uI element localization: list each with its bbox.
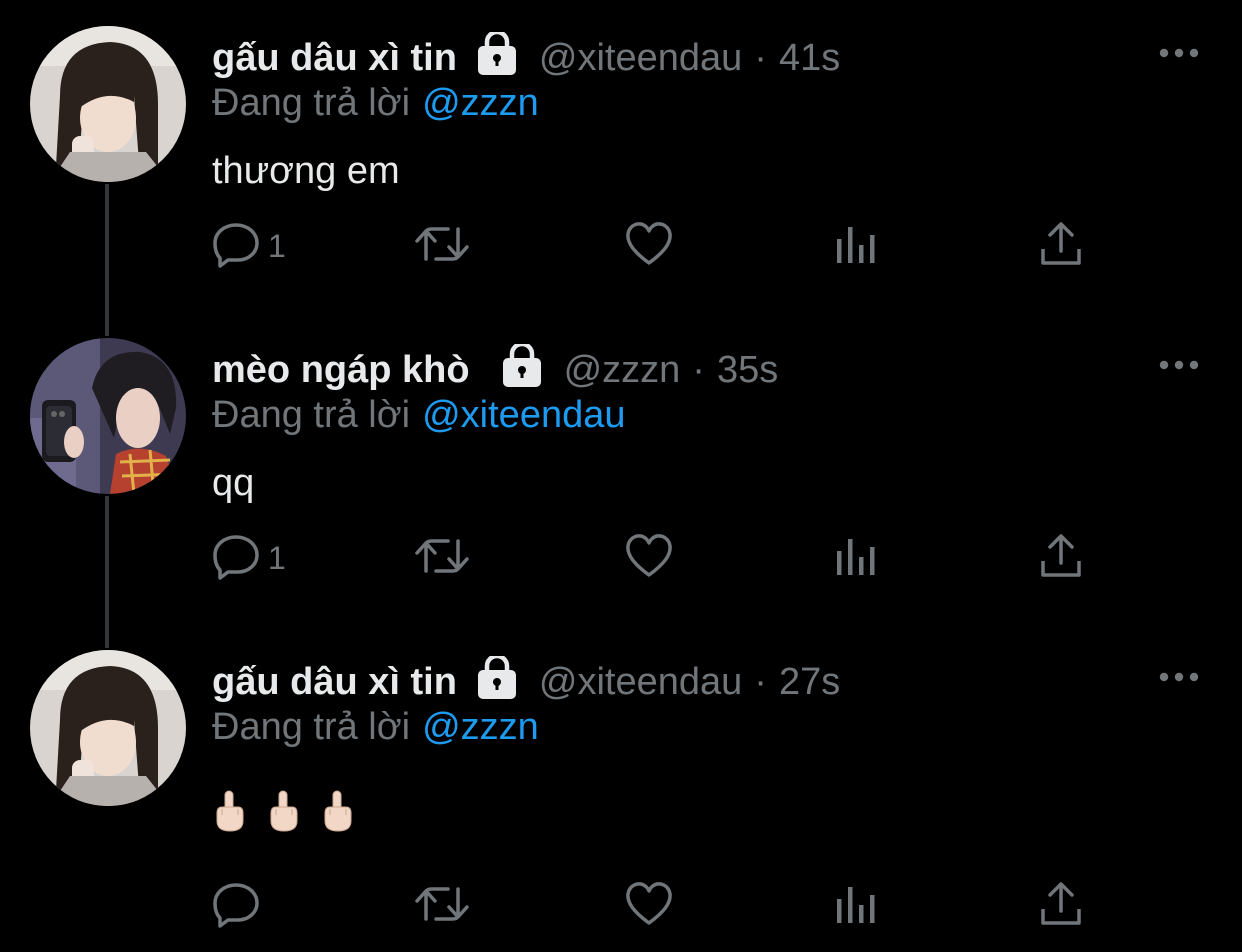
more-icon[interactable] <box>1158 350 1200 380</box>
share-icon <box>1038 219 1084 274</box>
replying-to-mention[interactable]: @xiteendau <box>422 394 625 436</box>
replying-to-mention[interactable]: @zzzn <box>422 82 539 124</box>
tweet-emoji-content <box>212 789 354 838</box>
tweet[interactable]: gấu dâu xì tin @xiteendau · 41s Đang trả… <box>0 0 1242 312</box>
timestamp[interactable]: 35s <box>717 349 778 392</box>
replying-to-line: Đang trả lời @zzzn <box>212 82 539 125</box>
lock-icon <box>477 29 517 76</box>
tweet[interactable]: mèo ngáp khò @zzzn · 35s Đang trả lời @xi… <box>0 312 1242 624</box>
like-button[interactable] <box>624 874 674 938</box>
replying-to-line: Đang trả lời @zzzn <box>212 706 539 749</box>
avatar[interactable] <box>30 26 186 182</box>
separator-dot: · <box>754 660 767 703</box>
retweet-button[interactable] <box>414 214 470 278</box>
more-icon[interactable] <box>1158 38 1200 68</box>
like-icon <box>624 531 674 586</box>
middle-finger-emoji <box>320 789 354 838</box>
views-button[interactable] <box>834 874 880 938</box>
retweet-icon <box>414 879 470 934</box>
tweet-actions: 1 <box>212 214 1112 278</box>
replying-prefix: Đang trả lời <box>212 82 411 124</box>
replying-to-mention[interactable]: @zzzn <box>422 706 539 748</box>
views-icon <box>834 219 880 274</box>
display-name[interactable]: gấu dâu xì tin <box>212 37 457 80</box>
share-icon <box>1038 531 1084 586</box>
reply-count: 1 <box>268 227 286 264</box>
tweet-actions: 1 <box>212 526 1112 590</box>
tweet-header: gấu dâu xì tin @xiteendau · 27s <box>212 653 840 710</box>
like-icon <box>624 879 674 934</box>
display-name[interactable]: mèo ngáp khò <box>212 349 470 392</box>
retweet-icon <box>414 531 470 586</box>
like-button[interactable] <box>624 214 674 278</box>
middle-finger-emoji <box>266 789 300 838</box>
reply-icon <box>212 879 262 934</box>
middle-finger-emoji <box>212 789 246 838</box>
lock-icon <box>502 341 542 388</box>
timestamp[interactable]: 41s <box>779 37 840 80</box>
retweet-icon <box>414 219 470 274</box>
handle[interactable]: @xiteendau <box>539 37 742 80</box>
reply-icon <box>212 531 262 586</box>
more-icon[interactable] <box>1158 662 1200 692</box>
avatar[interactable] <box>30 338 186 494</box>
handle[interactable]: @xiteendau <box>539 661 742 704</box>
share-button[interactable] <box>1038 874 1084 938</box>
retweet-button[interactable] <box>414 874 470 938</box>
tweet-header: gấu dâu xì tin @xiteendau · 41s <box>212 29 840 86</box>
share-button[interactable] <box>1038 214 1084 278</box>
separator-dot: · <box>754 36 767 79</box>
tweet-actions <box>212 874 1112 938</box>
tweet-text: thương em <box>212 150 400 192</box>
reply-button[interactable]: 1 <box>212 526 286 590</box>
display-name[interactable]: gấu dâu xì tin <box>212 661 457 704</box>
separator-dot: · <box>692 348 705 391</box>
reply-button[interactable] <box>212 874 268 938</box>
views-icon <box>834 531 880 586</box>
like-button[interactable] <box>624 526 674 590</box>
views-button[interactable] <box>834 526 880 590</box>
share-button[interactable] <box>1038 526 1084 590</box>
reply-icon <box>212 219 262 274</box>
tweet-header: mèo ngáp khò @zzzn · 35s <box>212 341 778 398</box>
tweet-text: qq <box>212 462 255 504</box>
replying-to-line: Đang trả lời @xiteendau <box>212 394 626 437</box>
replying-prefix: Đang trả lời <box>212 394 411 436</box>
lock-icon <box>477 653 517 700</box>
views-icon <box>834 879 880 934</box>
reply-count: 1 <box>268 539 286 576</box>
share-icon <box>1038 879 1084 934</box>
avatar[interactable] <box>30 650 186 806</box>
retweet-button[interactable] <box>414 526 470 590</box>
reply-button[interactable]: 1 <box>212 214 286 278</box>
timestamp[interactable]: 27s <box>779 661 840 704</box>
replying-prefix: Đang trả lời <box>212 706 411 748</box>
like-icon <box>624 219 674 274</box>
views-button[interactable] <box>834 214 880 278</box>
tweet[interactable]: gấu dâu xì tin @xiteendau · 27s Đang trả… <box>0 624 1242 936</box>
handle[interactable]: @zzzn <box>564 349 681 392</box>
